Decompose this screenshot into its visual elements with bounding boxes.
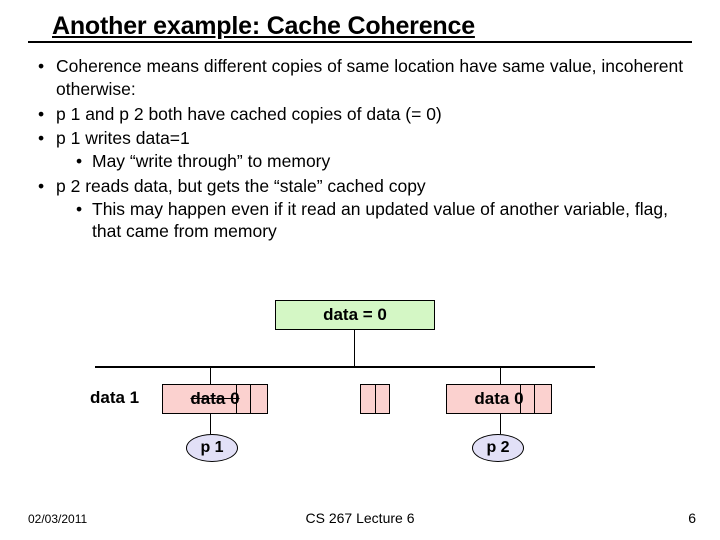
sub-bullet-item: This may happen even if it read an updat… [74,198,692,244]
connector [500,414,501,434]
bullet-text: p 1 writes data=1 [56,128,190,148]
cache-diagram: data = 0 data 1 data 0 data 0 p 1 p 2 [50,300,670,500]
processor-p2: p 2 [472,434,524,462]
slide-title: Another example: Cache Coherence [52,12,692,41]
bus-line [95,366,595,368]
bullet-item: p 1 and p 2 both have cached copies of d… [36,103,692,126]
write-label: data 1 [90,388,139,408]
cache-extra [360,384,390,414]
cache-p1-value: data 0 [190,389,239,408]
connector [210,414,211,434]
connector [354,330,355,366]
cache-p1: data 0 [162,384,268,414]
bullet-item: p 2 reads data, but gets the “stale” cac… [36,175,692,243]
processor-p1: p 1 [186,434,238,462]
cache-p2: data 0 [446,384,552,414]
sub-bullet-item: May “write through” to memory [74,150,692,173]
connector [500,366,501,384]
bullet-item: p 1 writes data=1 May “write through” to… [36,127,692,173]
memory-box: data = 0 [275,300,435,330]
title-underline [28,41,692,43]
bullet-text: p 2 reads data, but gets the “stale” cac… [56,176,426,196]
footer-page-number: 6 [688,510,696,526]
bullet-item: Coherence means different copies of same… [36,55,692,101]
cache-p2-value: data 0 [474,389,523,408]
footer-course: CS 267 Lecture 6 [0,510,720,526]
connector [210,366,211,384]
bullet-list: Coherence means different copies of same… [36,55,692,243]
